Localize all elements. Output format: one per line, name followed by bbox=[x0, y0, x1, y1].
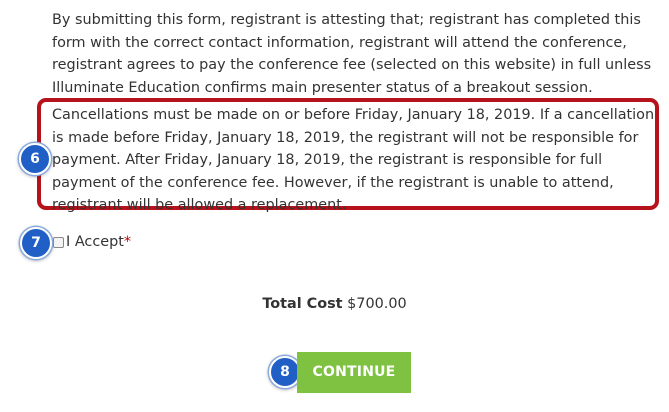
total-cost-label: Total Cost bbox=[262, 296, 343, 312]
accept-row[interactable]: I Accept * bbox=[53, 232, 131, 252]
total-cost: Total Cost $700.00 bbox=[0, 296, 669, 312]
required-marker: * bbox=[123, 234, 132, 250]
attestation-text: By submitting this form, registrant is a… bbox=[52, 12, 652, 96]
step-6-badge: 6 bbox=[19, 143, 51, 175]
cancellation-policy-text: Cancellations must be made on or before … bbox=[52, 107, 655, 214]
accept-label[interactable]: I Accept bbox=[66, 234, 124, 250]
step-7-badge: 7 bbox=[20, 227, 52, 259]
total-cost-value: $700.00 bbox=[347, 296, 407, 312]
continue-button[interactable]: CONTINUE bbox=[297, 352, 411, 393]
accept-checkbox[interactable] bbox=[53, 236, 64, 248]
